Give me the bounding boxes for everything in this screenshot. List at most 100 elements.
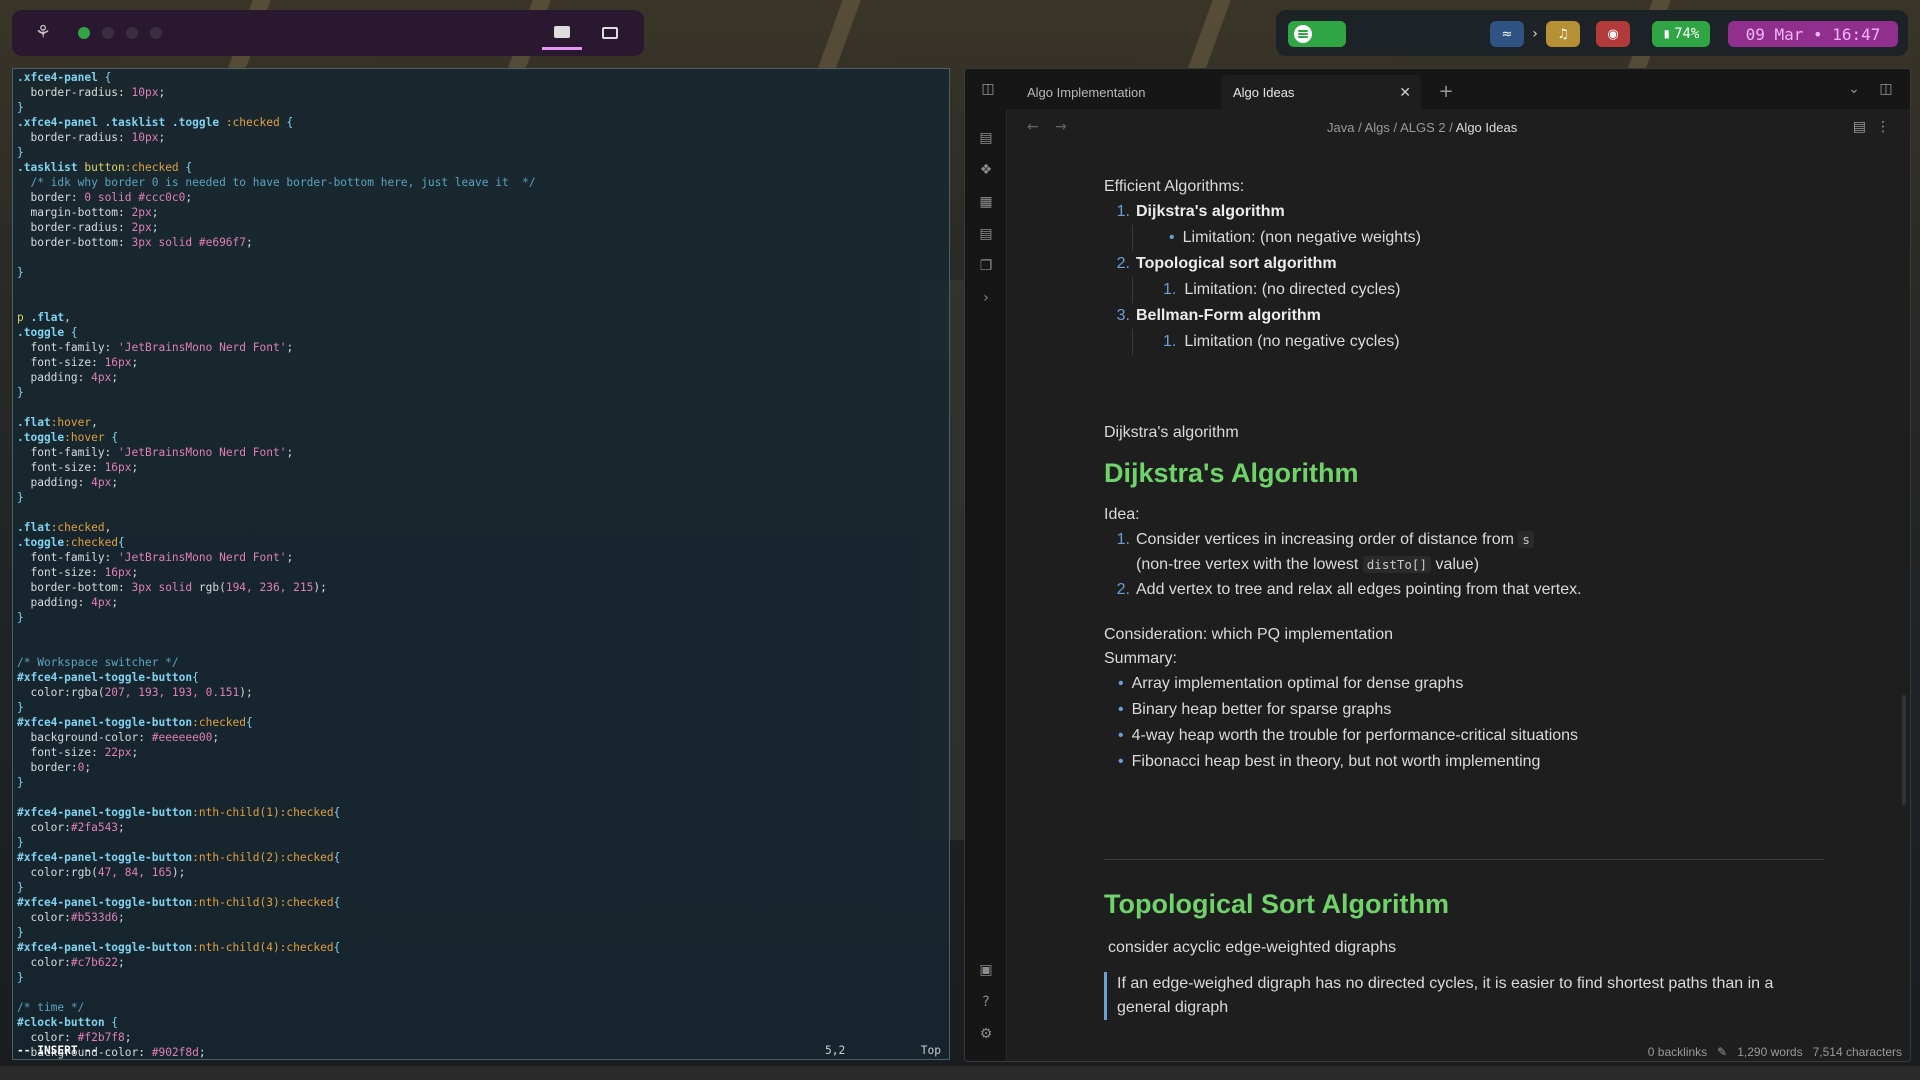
algo-name: Bellman-Form algorithm <box>1136 307 1321 324</box>
idea-text: Consider vertices in increasing order of… <box>1136 527 1534 553</box>
code-line: } <box>17 835 945 850</box>
code-token: 16px <box>104 461 132 474</box>
code-line: } <box>17 925 945 940</box>
notifications-button[interactable]: ♫ <box>1546 21 1580 47</box>
graph-view-icon[interactable]: ❖ <box>977 161 995 179</box>
code-token: .toggle <box>17 536 65 549</box>
task-obsidian-button[interactable] <box>542 16 582 50</box>
breadcrumb-item[interactable]: Algs <box>1365 120 1390 135</box>
code-token: .toggle <box>17 326 71 339</box>
code-line: font-size: 16px; <box>17 355 945 370</box>
idea-text: Add vertex to tree and relax all edges p… <box>1136 581 1582 598</box>
open-quick-switcher-icon[interactable]: ▤ <box>977 129 995 147</box>
vault-icon[interactable]: ▣ <box>977 961 995 979</box>
limitation-text: Limitation: (no directed cycles) <box>1184 281 1401 298</box>
right-sidebar-toggle-icon[interactable]: ◫ <box>1877 81 1895 97</box>
chevron-down-icon[interactable]: ⌄ <box>1845 81 1863 97</box>
list-item: • Limitation: (non negative weights) <box>1132 225 1824 251</box>
tab-algo-implementation[interactable]: Algo Implementation <box>1015 75 1205 109</box>
limitation-text: Limitation (no negative cycles) <box>1184 333 1400 350</box>
workspace-2-button[interactable] <box>102 27 114 39</box>
tab-algo-ideas[interactable]: Algo Ideas ✕ <box>1221 75 1421 109</box>
battery-indicator[interactable]: ▮ 74% <box>1652 21 1710 47</box>
heading-topological: Topological Sort Algorithm <box>1104 889 1449 919</box>
terminal-window[interactable]: .xfce4-panel { border-radius: 10px;} .xfc… <box>12 68 950 1060</box>
backlinks-count[interactable]: 0 backlinks <box>1648 1045 1707 1059</box>
code-token: /* time */ <box>17 1001 85 1014</box>
code-token: { <box>192 671 199 684</box>
code-token: 4px <box>91 476 112 489</box>
breadcrumb-current[interactable]: Algo Ideas <box>1456 120 1517 135</box>
speaker-icon: ◉ <box>1607 26 1619 42</box>
sidebar-toggle-icon[interactable]: ◫ <box>979 81 997 97</box>
breadcrumb-item[interactable]: Java <box>1327 120 1354 135</box>
volume-button[interactable]: ◉ <box>1596 21 1630 47</box>
code-token: :checked <box>225 116 287 129</box>
close-icon[interactable]: ✕ <box>1399 84 1411 101</box>
task-terminal-button[interactable] <box>590 16 630 50</box>
code-token: ; <box>158 86 166 99</box>
back-arrow-icon[interactable]: ← <box>1027 119 1039 135</box>
code-token: :hover <box>50 416 92 429</box>
code-token: ; <box>286 551 294 564</box>
code-token: font-family: <box>17 446 119 459</box>
code-token: 194, 236, 215 <box>225 581 314 594</box>
workspace-3-button[interactable] <box>126 27 138 39</box>
xfce-logo-icon[interactable]: ⚘ <box>32 22 54 44</box>
spotify-button[interactable] <box>1288 21 1346 47</box>
window-icon <box>554 25 570 38</box>
code-line: .tasklist button:checked { <box>17 160 945 175</box>
code-token: ; <box>111 371 119 384</box>
code-line: } <box>17 490 945 505</box>
workspace-4-button[interactable] <box>150 27 162 39</box>
help-icon[interactable]: ? <box>977 993 995 1011</box>
calendar-icon[interactable]: ▤ <box>977 225 995 243</box>
list-item: • Binary heap better for sparse graphs <box>1104 697 1824 723</box>
code-token: font-size: <box>17 461 105 474</box>
code-token: ; <box>158 131 166 144</box>
tray-expand-chevron[interactable]: › <box>1528 21 1542 47</box>
wifi-button[interactable]: ≈ <box>1490 21 1524 47</box>
edit-pencil-icon[interactable]: ✎ <box>1717 1045 1727 1059</box>
code-token: ; <box>84 761 92 774</box>
templates-icon[interactable]: ❐ <box>977 257 995 275</box>
code-editor[interactable]: .xfce4-panel { border-radius: 10px;} .xfc… <box>17 70 945 1059</box>
workspace-1-button[interactable] <box>78 27 90 39</box>
code-token: .xfce4-panel <box>17 71 105 84</box>
code-token: #b533d6 <box>70 911 119 924</box>
summary-label: Summary: <box>1104 650 1177 667</box>
code-token: } <box>17 926 24 939</box>
code-token: #xfce4-panel-toggle-button <box>17 806 193 819</box>
list-number: 1. <box>1116 203 1130 220</box>
code-token: background-color: <box>17 731 152 744</box>
code-token: { <box>118 536 125 549</box>
code-line: /* time */ <box>17 1000 945 1015</box>
summary-text: Array implementation optimal for dense g… <box>1131 675 1464 692</box>
summary-text: Fibonacci heap best in theory, but not w… <box>1131 753 1541 770</box>
breadcrumb-item[interactable]: ALGS 2 <box>1400 120 1446 135</box>
code-token: border-bottom: <box>17 236 132 249</box>
more-options-icon[interactable]: ⋮ <box>1876 119 1890 135</box>
code-token: } <box>17 881 24 894</box>
code-token: ; <box>118 821 125 834</box>
note-content[interactable]: Efficient Algorithms: 1. Dijkstra's algor… <box>1104 175 1824 1020</box>
reading-view-icon[interactable]: ▤ <box>1853 119 1866 135</box>
code-token: :nth-child(1):checked <box>192 806 334 819</box>
code-line: /* idk why border 0 is needed to have bo… <box>17 175 945 190</box>
code-token: color: <box>17 821 71 834</box>
forward-arrow-icon[interactable]: → <box>1055 119 1067 135</box>
terminal-icon[interactable]: › <box>977 289 995 307</box>
canvas-icon[interactable]: ▦ <box>977 193 995 211</box>
new-tab-icon[interactable]: + <box>1437 81 1455 102</box>
panel-left: ⚘ <box>12 10 644 56</box>
scrollbar[interactable] <box>1902 695 1906 805</box>
clock-button[interactable]: 09 Mar • 16:47 <box>1728 21 1898 47</box>
settings-gear-icon[interactable]: ⚙ <box>977 1025 995 1043</box>
code-token: border-bottom: <box>17 581 132 594</box>
code-token: { <box>333 851 341 864</box>
code-line: color:#c7b622; <box>17 955 945 970</box>
